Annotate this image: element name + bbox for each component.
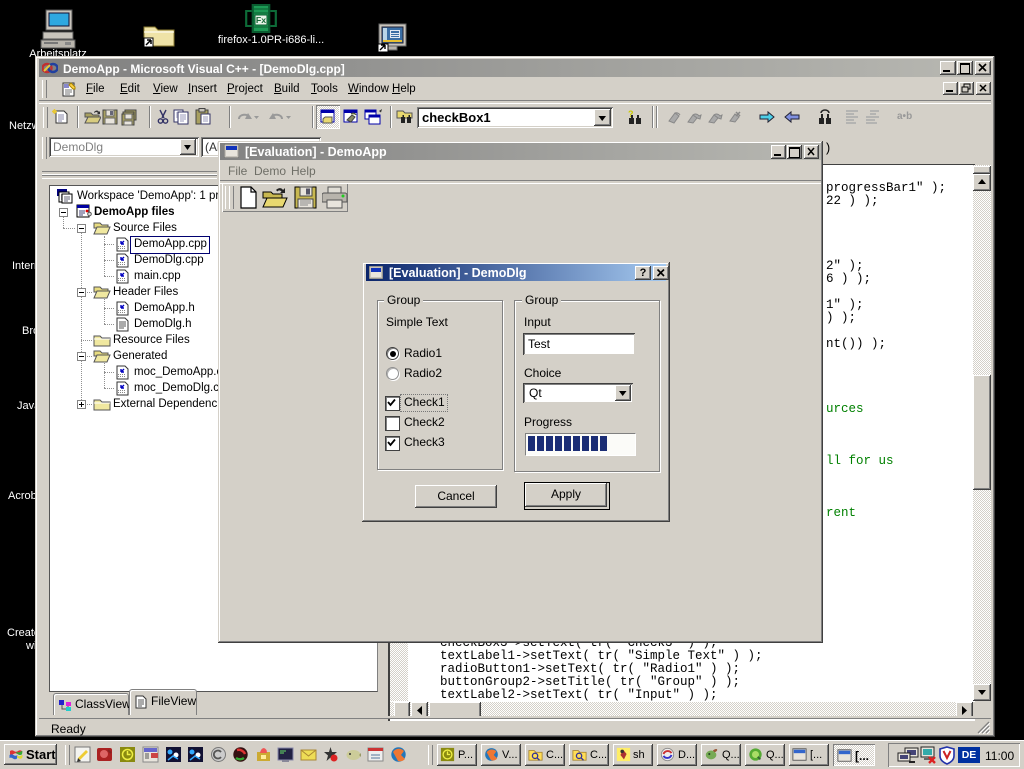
svg-text:Fx: Fx — [256, 15, 267, 25]
